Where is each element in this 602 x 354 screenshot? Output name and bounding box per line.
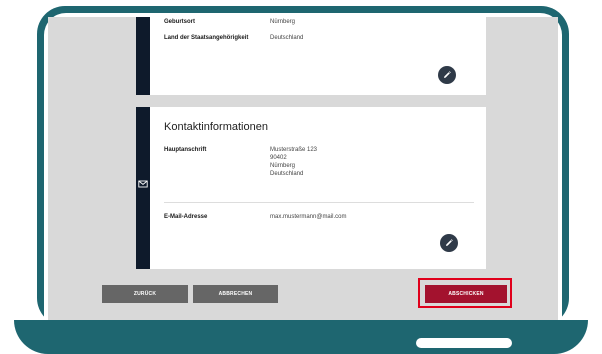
contact-card: Kontaktinformationen Hauptanschrift Must… xyxy=(136,107,486,269)
pencil-icon xyxy=(446,239,453,246)
laptop-base-slot xyxy=(416,338,512,348)
cancel-button[interactable]: ABBRECHEN xyxy=(193,285,278,303)
address-line: Musterstraße 123 xyxy=(270,147,318,153)
section-divider xyxy=(164,202,474,203)
screen: Geburtsort Nürnberg Land der Staatsangeh… xyxy=(48,17,558,322)
contact-section-title: Kontaktinformationen xyxy=(164,121,268,133)
address-block: Musterstraße 123 90402 Nürnberg Deutschl… xyxy=(270,146,317,178)
address-line: Deutschland xyxy=(270,171,304,177)
address-line: 90402 xyxy=(270,155,287,161)
pencil-icon xyxy=(444,71,451,78)
birthplace-value: Nürnberg xyxy=(270,19,296,25)
email-value: max.mustermann@mail.com xyxy=(270,214,347,220)
address-label: Hauptanschrift xyxy=(164,147,207,153)
personal-data-card: Geburtsort Nürnberg Land der Staatsangeh… xyxy=(136,17,486,95)
laptop-base xyxy=(14,320,588,354)
back-button[interactable]: ZURÜCK xyxy=(102,285,188,303)
edit-personal-button[interactable] xyxy=(438,66,456,84)
edit-contact-button[interactable] xyxy=(440,234,458,252)
citizenship-value: Deutschland xyxy=(270,35,304,41)
contact-card-icon xyxy=(138,180,148,188)
address-line: Nürnberg xyxy=(270,163,296,169)
citizenship-label: Land der Staatsangehörigkeit xyxy=(164,35,249,41)
submit-highlight-box xyxy=(418,278,512,308)
birthplace-label: Geburtsort xyxy=(164,19,196,25)
email-label: E-Mail-Adresse xyxy=(164,214,208,220)
card-side-bar xyxy=(136,17,150,95)
